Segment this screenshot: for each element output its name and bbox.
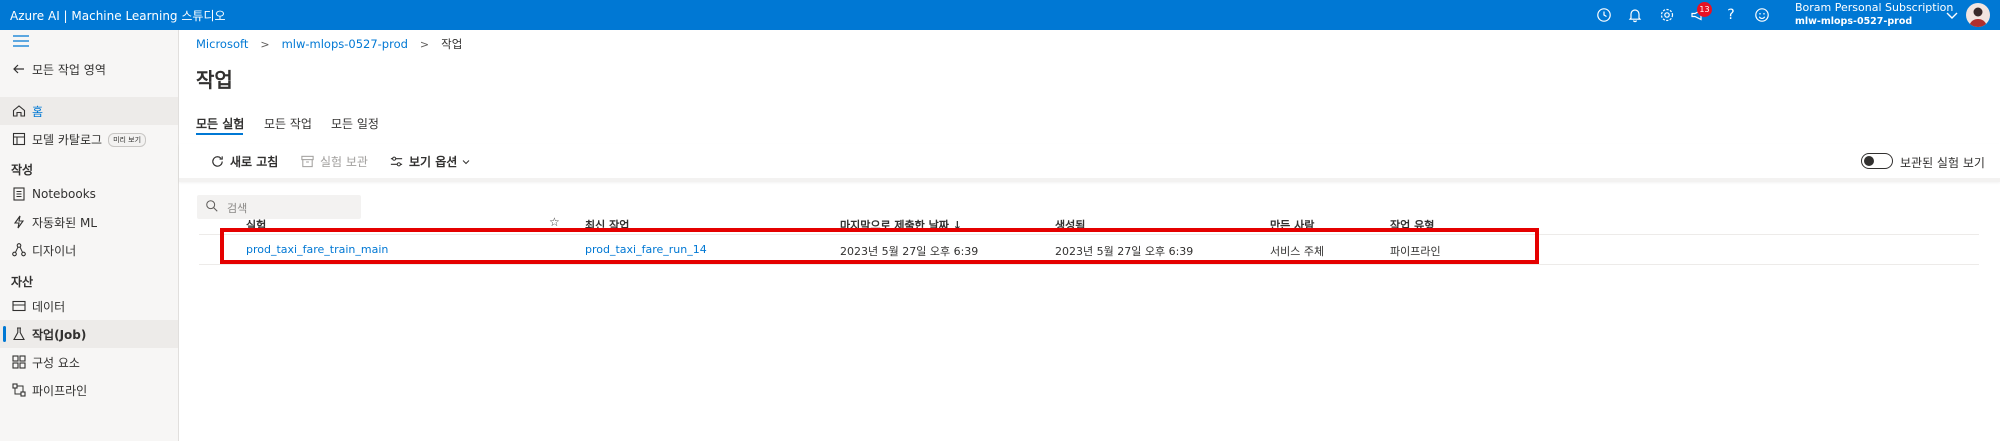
bell-icon[interactable] — [1626, 6, 1644, 24]
back-label: 모든 작업 영역 — [32, 62, 106, 77]
preview-badge: 미리 보기 — [108, 133, 147, 147]
sidebar-item-label: 데이터 — [32, 299, 66, 314]
chevron-right-icon: > — [419, 37, 430, 51]
tab-all-schedules[interactable]: 모든 일정 — [331, 115, 379, 132]
subscription-name[interactable]: Boram Personal Subscription — [1795, 1, 1953, 14]
sidebar-item-pipelines[interactable]: 파이프라인 — [0, 376, 178, 404]
sidebar-item-label: 자동화된 ML — [32, 215, 98, 230]
tab-all-experiments[interactable]: 모든 실험 — [196, 115, 244, 132]
breadcrumb-current: 작업 — [441, 37, 463, 51]
sidebar-item-jobs[interactable]: 작업(Job) — [0, 320, 178, 348]
sidebar-item-data[interactable]: 데이터 — [0, 292, 178, 320]
chevron-down-icon[interactable] — [1944, 7, 1960, 23]
feedback-icon[interactable] — [1753, 6, 1771, 24]
refresh-icon — [209, 154, 225, 170]
row-divider — [199, 264, 1979, 265]
sidebar-item-home[interactable]: 홈 — [0, 97, 178, 125]
sidebar-item-label: 홈 — [32, 104, 44, 119]
top-bar: Azure AI | Machine Learning 스튜디오 13 ? Bo… — [0, 0, 2000, 30]
avatar[interactable] — [1966, 3, 1990, 27]
view-options-button[interactable]: 보기 옵션 — [388, 153, 472, 170]
notebook-icon — [11, 186, 27, 202]
data-icon — [11, 298, 27, 314]
page-title: 작업 — [196, 68, 233, 92]
hamburger-menu-icon[interactable] — [12, 34, 30, 48]
sidebar-item-label: 작업(Job) — [32, 327, 87, 342]
search-box[interactable] — [197, 195, 361, 219]
designer-icon — [11, 242, 27, 258]
active-tab-indicator — [196, 133, 243, 135]
help-icon[interactable]: ? — [1722, 6, 1740, 24]
archive-button[interactable]: 실험 보관 — [299, 153, 368, 170]
sidebar-item-label: 디자이너 — [32, 243, 77, 258]
flask-icon — [11, 326, 27, 342]
sidebar: 모든 작업 영역 홈 모델 카탈로그 미리 보기 작성 Notebooks 자동화… — [0, 30, 179, 441]
sliders-icon — [388, 154, 404, 170]
pipeline-icon — [11, 382, 27, 398]
workspace-name[interactable]: mlw-mlops-0527-prod — [1795, 16, 1912, 27]
breadcrumb: Microsoft > mlw-mlops-0527-prod > 작업 — [196, 36, 462, 52]
section-header-assets: 자산 — [11, 275, 34, 289]
toggle-knob — [1864, 156, 1874, 166]
chevron-right-icon: > — [260, 37, 270, 51]
main-content: Microsoft > mlw-mlops-0527-prod > 작업 작업 … — [179, 30, 2000, 441]
sidebar-item-components[interactable]: 구성 요소 — [0, 348, 178, 376]
refresh-button[interactable]: 새로 고침 — [209, 153, 278, 170]
automl-icon — [11, 214, 27, 230]
sidebar-item-automl[interactable]: 자동화된 ML — [0, 208, 178, 236]
breadcrumb-microsoft[interactable]: Microsoft — [196, 37, 248, 51]
search-input[interactable] — [225, 198, 359, 218]
archive-label: 실험 보관 — [320, 155, 368, 169]
arrow-left-icon — [11, 61, 27, 77]
app-title[interactable]: Azure AI | Machine Learning 스튜디오 — [10, 7, 226, 24]
home-icon — [11, 103, 27, 119]
search-icon — [206, 200, 218, 212]
favorite-star-icon[interactable]: ☆ — [549, 215, 560, 229]
section-header-authoring: 작성 — [11, 163, 34, 177]
archive-icon — [299, 154, 315, 170]
back-to-workspaces[interactable]: 모든 작업 영역 — [0, 55, 178, 83]
sidebar-item-notebooks[interactable]: Notebooks — [0, 180, 178, 208]
chevron-down-icon — [462, 159, 470, 164]
highlight-box — [220, 228, 1539, 264]
sidebar-item-label: Notebooks — [32, 187, 96, 201]
catalog-icon — [11, 131, 27, 147]
components-icon — [11, 354, 27, 370]
sidebar-item-designer[interactable]: 디자이너 — [0, 236, 178, 264]
view-options-label: 보기 옵션 — [409, 155, 458, 169]
history-icon[interactable] — [1595, 6, 1613, 24]
breadcrumb-workspace[interactable]: mlw-mlops-0527-prod — [282, 37, 408, 51]
refresh-label: 새로 고침 — [230, 155, 279, 169]
sidebar-item-model-catalog[interactable]: 모델 카탈로그 미리 보기 — [0, 125, 178, 153]
settings-icon[interactable] — [1658, 6, 1676, 24]
sidebar-item-label: 모델 카탈로그 — [32, 132, 103, 147]
sidebar-item-label: 구성 요소 — [32, 355, 80, 370]
selection-indicator — [3, 326, 6, 342]
tab-all-jobs[interactable]: 모든 작업 — [264, 115, 312, 132]
notification-badge: 13 — [1697, 2, 1712, 17]
command-bar: 새로 고침 실험 보관 보기 옵션 보관된 실험 보기 — [179, 144, 2000, 182]
sidebar-item-label: 파이프라인 — [32, 383, 88, 398]
show-archived-label: 보관된 실험 보기 — [1900, 156, 1985, 170]
show-archived-toggle[interactable] — [1861, 153, 1893, 169]
